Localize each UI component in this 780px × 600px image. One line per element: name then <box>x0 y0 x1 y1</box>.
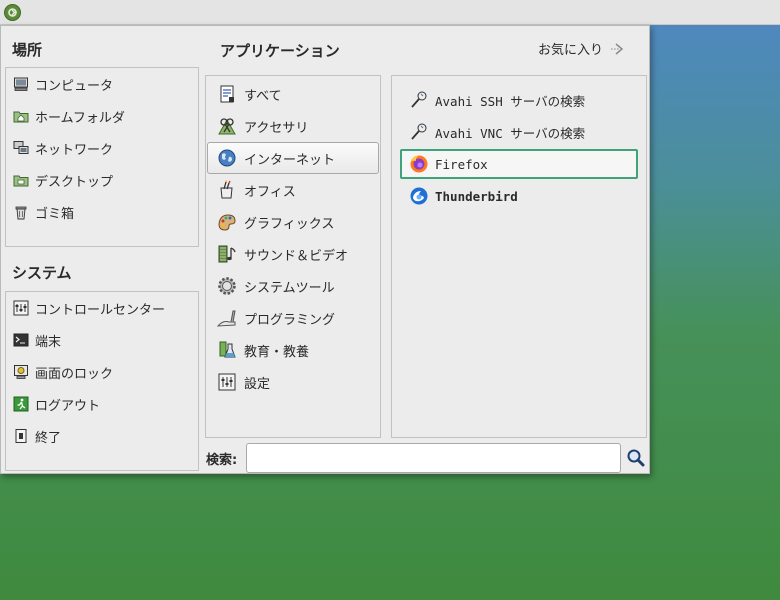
category-label: アクセサリ <box>244 120 309 136</box>
system-item-terminal[interactable]: 端末 <box>6 324 198 356</box>
trash-icon <box>13 204 29 220</box>
system-item-lock-screen[interactable]: 画面のロック <box>6 356 198 388</box>
place-label: デスクトップ <box>35 174 114 190</box>
category-label: 設定 <box>244 376 271 392</box>
category-system-tools[interactable]: システムツール <box>207 270 379 302</box>
avahi-vnc-icon <box>408 121 430 143</box>
system-tools-icon <box>216 275 238 297</box>
category-label: オフィス <box>244 184 296 200</box>
place-item-trash[interactable]: ゴミ箱 <box>6 196 198 228</box>
app-label: Avahi SSH サーバの検索 <box>435 93 586 109</box>
shutdown-icon <box>13 428 29 444</box>
place-item-home[interactable]: ホームフォルダ <box>6 100 198 132</box>
top-panel <box>0 0 780 25</box>
application-menu-window: 場所 アプリケーション お気に入り コンピュータ ホームフォルダ ネットワーク <box>0 25 650 474</box>
category-settings[interactable]: 設定 <box>207 366 379 398</box>
programming-icon <box>216 307 238 329</box>
education-icon <box>216 339 238 361</box>
system-label: コントロールセンター <box>35 302 166 318</box>
system-item-logout[interactable]: ログアウト <box>6 388 198 420</box>
menu-launcher-icon[interactable] <box>4 4 21 21</box>
app-avahi-ssh[interactable]: Avahi SSH サーバの検索 <box>400 85 638 115</box>
system-label: 終了 <box>35 430 62 446</box>
graphics-icon <box>216 211 238 233</box>
network-icon <box>13 140 29 156</box>
category-programming[interactable]: プログラミング <box>207 302 379 334</box>
category-label: グラフィックス <box>244 216 335 232</box>
category-label: インターネット <box>244 152 336 168</box>
applications-title: アプリケーション <box>220 42 340 60</box>
category-internet[interactable]: インターネット <box>207 142 379 174</box>
place-item-computer[interactable]: コンピュータ <box>6 68 198 100</box>
office-icon <box>216 179 238 201</box>
categories-panel: すべて アクセサリ インターネット オフィス グラフィックス サウンド＆ビデオ … <box>205 75 381 438</box>
home-folder-icon <box>13 108 29 124</box>
favorites-link[interactable]: お気に入り <box>538 39 625 58</box>
system-title: システム <box>12 264 72 282</box>
firefox-icon <box>408 153 430 175</box>
category-accessories[interactable]: アクセサリ <box>207 110 379 142</box>
app-label: Avahi VNC サーバの検索 <box>435 125 586 141</box>
category-label: サウンド＆ビデオ <box>244 248 349 264</box>
category-label: システムツール <box>244 280 335 296</box>
internet-globe-icon <box>216 147 238 169</box>
category-label: プログラミング <box>244 312 336 328</box>
system-panel: コントロールセンター 端末 画面のロック ログアウト 終了 <box>5 291 199 471</box>
computer-icon <box>13 76 29 92</box>
places-title: 場所 <box>12 41 43 59</box>
category-label: 教育・教養 <box>244 344 310 360</box>
category-all[interactable]: すべて <box>207 78 379 110</box>
search-icon[interactable] <box>626 448 646 468</box>
system-label: ログアウト <box>35 398 101 414</box>
system-label: 端末 <box>35 334 62 350</box>
place-item-network[interactable]: ネットワーク <box>6 132 198 164</box>
thunderbird-icon <box>408 185 430 207</box>
search-label: 検索: <box>206 453 238 468</box>
category-sound-video[interactable]: サウンド＆ビデオ <box>207 238 379 270</box>
category-label: すべて <box>244 88 282 104</box>
favorites-label: お気に入り <box>537 43 603 58</box>
place-label: ネットワーク <box>35 142 114 158</box>
settings-icon <box>216 371 238 393</box>
sound-video-icon <box>216 243 238 265</box>
category-education[interactable]: 教育・教養 <box>207 334 379 366</box>
app-label: Thunderbird <box>435 188 518 204</box>
all-apps-icon <box>216 83 238 105</box>
lock-screen-icon <box>13 364 29 380</box>
place-label: コンピュータ <box>35 78 114 94</box>
system-item-control-center[interactable]: コントロールセンター <box>6 292 198 324</box>
accessories-icon <box>216 115 238 137</box>
place-label: ホームフォルダ <box>35 110 125 126</box>
system-item-shutdown[interactable]: 終了 <box>6 420 198 452</box>
category-graphics[interactable]: グラフィックス <box>207 206 379 238</box>
system-label: 画面のロック <box>35 366 114 382</box>
app-thunderbird[interactable]: Thunderbird <box>400 181 638 211</box>
app-label: Firefox <box>435 156 488 172</box>
place-label: ゴミ箱 <box>35 206 75 222</box>
applications-panel: Avahi SSH サーバの検索 Avahi VNC サーバの検索 Firefo… <box>391 75 647 438</box>
control-center-icon <box>13 300 29 316</box>
app-avahi-vnc[interactable]: Avahi VNC サーバの検索 <box>400 117 638 147</box>
arrow-right-icon <box>609 42 625 56</box>
desktop-folder-icon <box>13 172 29 188</box>
places-panel: コンピュータ ホームフォルダ ネットワーク デスクトップ ゴミ箱 <box>5 67 199 247</box>
avahi-ssh-icon <box>408 89 430 111</box>
category-office[interactable]: オフィス <box>207 174 379 206</box>
place-item-desktop[interactable]: デスクトップ <box>6 164 198 196</box>
terminal-icon <box>13 332 29 348</box>
search-input[interactable] <box>246 443 621 473</box>
logout-icon <box>13 396 29 412</box>
app-firefox[interactable]: Firefox <box>400 149 638 179</box>
